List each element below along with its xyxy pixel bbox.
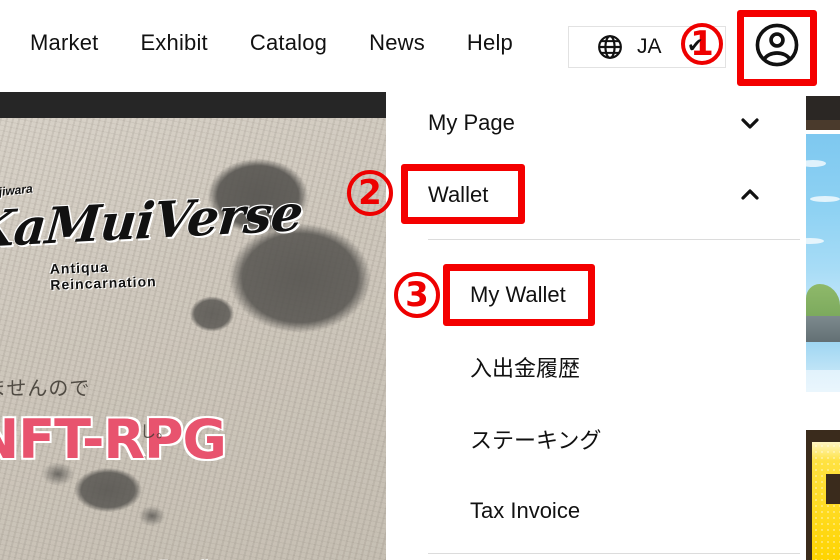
menu-divider-bottom (428, 553, 800, 554)
cloud-shape (810, 196, 840, 202)
chevron-up-icon (738, 183, 762, 207)
right-card-dark-strip (806, 120, 840, 130)
chevron-down-icon (738, 111, 762, 135)
right-card-yellow[interactable] (806, 430, 840, 560)
nav-item-exhibit[interactable]: Exhibit (140, 30, 207, 56)
banner-subtitle: ートマン事変〜 (0, 550, 267, 560)
menu-item-tax-invoice[interactable]: Tax Invoice (386, 480, 806, 542)
hero-banner-card[interactable]: Fujiwara KaMuiVerse Antiqua Reincarnatio… (0, 92, 386, 560)
page-root: Market Exhibit Catalog News Help JA Fuji… (0, 0, 840, 560)
banner-jp-text-2: し。 (140, 422, 173, 441)
account-button[interactable] (750, 20, 804, 74)
game-logo: Fujiwara KaMuiVerse Antiqua Reincarnatio… (0, 181, 305, 292)
menu-item-staking-label: ステーキング (470, 428, 602, 453)
menu-item-transaction-history-label: 入出金履歴 (470, 356, 581, 381)
banner-artwork: Fujiwara KaMuiVerse Antiqua Reincarnatio… (0, 118, 386, 560)
account-circle-icon (754, 22, 800, 73)
menu-divider-top (428, 239, 800, 240)
language-selector[interactable]: JA (568, 26, 726, 68)
menu-item-staking[interactable]: ステーキング (386, 408, 806, 470)
banner-jp-text-1: ませんので (0, 376, 91, 400)
hill-shape (806, 284, 840, 320)
banner-top-strip (0, 92, 386, 118)
right-card-dark[interactable] (806, 96, 840, 130)
nav-links: Market Exhibit Catalog News Help (30, 30, 513, 56)
account-dropdown-menu: My Page Wallet My Wallet 入出金履歴 ステーキング Ta… (386, 92, 806, 560)
cloud-shape (806, 238, 824, 244)
menu-item-my-wallet-label: My Wallet (470, 282, 566, 307)
menu-item-my-page-label: My Page (428, 110, 515, 135)
nav-item-news[interactable]: News (369, 30, 425, 56)
menu-item-wallet[interactable]: Wallet (386, 164, 806, 226)
cloud-shape (806, 160, 826, 167)
water-shape (806, 342, 840, 370)
nav-item-catalog[interactable]: Catalog (250, 30, 327, 56)
top-navigation-bar: Market Exhibit Catalog News Help JA (0, 0, 840, 92)
nav-item-market[interactable]: Market (30, 30, 98, 56)
menu-item-my-page[interactable]: My Page (386, 92, 806, 154)
game-logo-title: KaMuiVerse (0, 183, 305, 260)
right-card-landscape[interactable] (806, 134, 840, 392)
language-code: JA (637, 35, 662, 58)
menu-item-wallet-label: Wallet (428, 182, 489, 207)
menu-item-my-wallet[interactable]: My Wallet (386, 264, 806, 326)
banner-headline: NFT-RPG (0, 408, 227, 471)
menu-item-transaction-history[interactable]: 入出金履歴 (386, 336, 806, 398)
game-logo-subtitle: Antiqua Reincarnation (49, 258, 157, 293)
menu-item-tax-invoice-label: Tax Invoice (470, 498, 581, 523)
globe-icon (597, 34, 623, 60)
nav-item-help[interactable]: Help (467, 30, 513, 56)
right-card-yellow-letter (826, 474, 840, 504)
